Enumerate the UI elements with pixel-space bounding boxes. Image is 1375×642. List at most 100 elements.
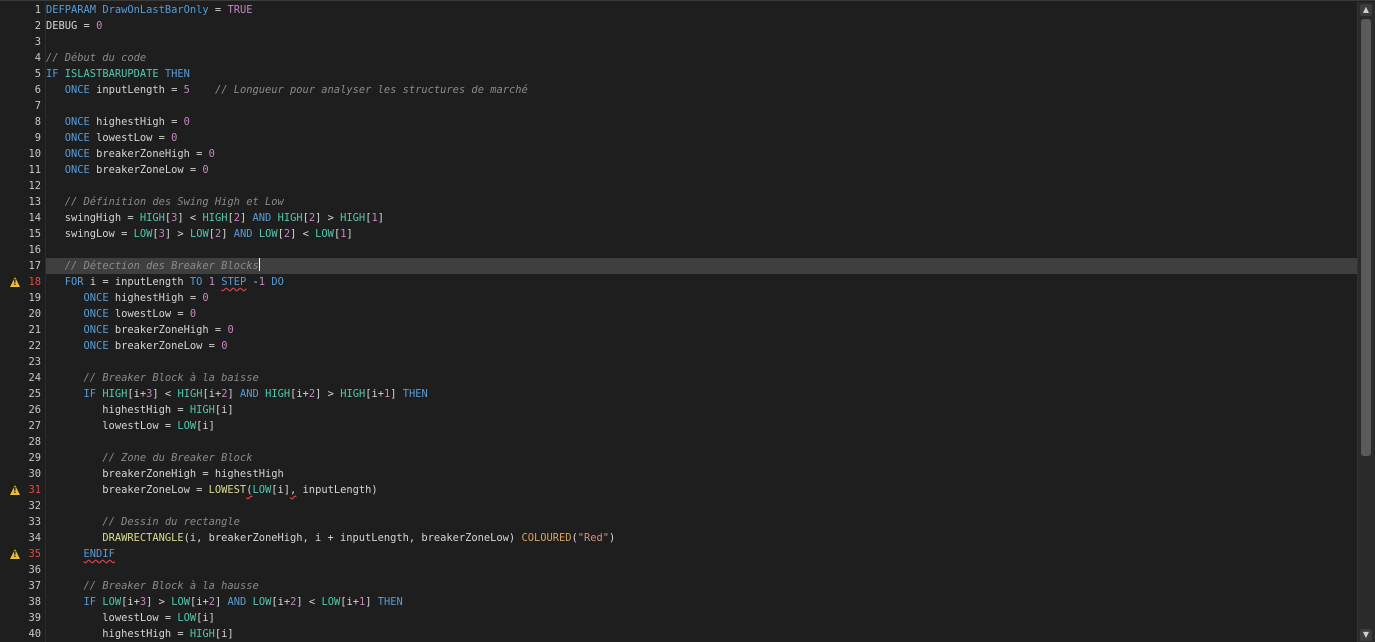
code-token: LOW bbox=[133, 228, 153, 240]
gutter-row: 28 bbox=[0, 434, 44, 450]
code-editor[interactable]: 1234567891011121314151617181920212223242… bbox=[0, 0, 1375, 642]
code-line[interactable]: lowestLow = LOW[i] bbox=[46, 610, 1358, 626]
code-token: highestHigh = bbox=[89, 116, 184, 128]
gutter-row: 31 bbox=[0, 482, 44, 498]
code-line[interactable]: // Définition des Swing High et Low bbox=[46, 194, 1358, 210]
line-number: 30 bbox=[28, 468, 41, 480]
code-line[interactable]: ONCE breakerZoneLow = 0 bbox=[46, 338, 1358, 354]
code-token: [i+ bbox=[365, 388, 384, 400]
code-token: breakerZoneHigh = bbox=[108, 324, 228, 336]
code-token: AND bbox=[227, 596, 247, 608]
code-token: TRUE bbox=[227, 4, 253, 16]
code-token: // Breaker Block à la baisse bbox=[83, 372, 259, 384]
code-line[interactable] bbox=[46, 434, 1358, 450]
scroll-up-icon[interactable]: ▲ bbox=[1360, 4, 1372, 16]
code-line[interactable]: ONCE inputLength = 5 // Longueur pour an… bbox=[46, 82, 1358, 98]
code-token: ISLASTBARUPDATE bbox=[64, 68, 159, 80]
scrollbar-thumb[interactable] bbox=[1361, 19, 1371, 456]
code-token: TO bbox=[189, 276, 203, 288]
code-line[interactable]: IF HIGH[i+3] < HIGH[i+2] AND HIGH[i+2] >… bbox=[46, 386, 1358, 402]
code-line[interactable]: ONCE highestHigh = 0 bbox=[46, 114, 1358, 130]
code-token: = bbox=[208, 4, 228, 16]
code-token: breakerZoneLow = bbox=[108, 340, 222, 352]
code-line[interactable] bbox=[46, 354, 1358, 370]
code-token: ONCE bbox=[64, 164, 90, 176]
code-line[interactable]: DEFPARAM DrawOnLastBarOnly = TRUE bbox=[46, 2, 1358, 18]
code-line[interactable] bbox=[46, 34, 1358, 50]
code-token: [i+ bbox=[290, 388, 309, 400]
code-token: ] bbox=[390, 388, 403, 400]
scroll-down-icon[interactable]: ▼ bbox=[1360, 629, 1372, 641]
code-token: [i] bbox=[214, 628, 234, 640]
code-token: HIGH bbox=[139, 212, 165, 224]
code-line[interactable] bbox=[46, 178, 1358, 194]
code-token: ] > bbox=[315, 212, 341, 224]
line-number: 8 bbox=[34, 116, 41, 128]
code-line[interactable]: ONCE lowestLow = 0 bbox=[46, 130, 1358, 146]
code-token: ] < bbox=[177, 212, 203, 224]
code-line[interactable]: lowestLow = LOW[i] bbox=[46, 418, 1358, 434]
code-line[interactable]: // Breaker Block à la hausse bbox=[46, 578, 1358, 594]
code-line[interactable] bbox=[46, 242, 1358, 258]
code-token: inputLength = bbox=[89, 84, 184, 96]
code-token: i = inputLength bbox=[83, 276, 190, 288]
code-token: LOW bbox=[102, 596, 122, 608]
code-line[interactable]: ENDIF bbox=[46, 546, 1358, 562]
vertical-scrollbar[interactable]: ▲ ▼ bbox=[1357, 2, 1375, 642]
warning-icon[interactable] bbox=[10, 277, 20, 287]
code-token: AND bbox=[233, 228, 253, 240]
code-line[interactable]: breakerZoneHigh = highestHigh bbox=[46, 466, 1358, 482]
code-line[interactable]: ONCE breakerZoneHigh = 0 bbox=[46, 146, 1358, 162]
line-number: 15 bbox=[28, 228, 41, 240]
code-line[interactable]: DRAWRECTANGLE(i, breakerZoneHigh, i + in… bbox=[46, 530, 1358, 546]
line-number: 31 bbox=[28, 484, 41, 496]
code-line[interactable]: // Zone du Breaker Block bbox=[46, 450, 1358, 466]
code-token: HIGH bbox=[265, 388, 291, 400]
line-number: 33 bbox=[28, 516, 41, 528]
code-line[interactable]: ONCE lowestLow = 0 bbox=[46, 306, 1358, 322]
code-token: // Zone du Breaker Block bbox=[102, 452, 253, 464]
code-line[interactable]: IF LOW[i+3] > LOW[i+2] AND LOW[i+2] < LO… bbox=[46, 594, 1358, 610]
code-line[interactable]: // Début du code bbox=[46, 50, 1358, 66]
warning-icon[interactable] bbox=[10, 485, 20, 495]
code-line[interactable]: swingHigh = HIGH[3] < HIGH[2] AND HIGH[2… bbox=[46, 210, 1358, 226]
text-caret bbox=[258, 258, 260, 271]
code-line[interactable] bbox=[46, 562, 1358, 578]
code-line[interactable]: DEBUG = 0 bbox=[46, 18, 1358, 34]
code-line[interactable] bbox=[46, 98, 1358, 114]
code-token: 0 bbox=[227, 324, 234, 336]
code-token: HIGH bbox=[102, 388, 128, 400]
code-line[interactable]: ONCE breakerZoneHigh = 0 bbox=[46, 322, 1358, 338]
code-line[interactable]: IF ISLASTBARUPDATE THEN bbox=[46, 66, 1358, 82]
code-area[interactable]: DEFPARAM DrawOnLastBarOnly = TRUE DEBUG =… bbox=[45, 2, 1358, 642]
code-line[interactable]: // Dessin du rectangle bbox=[46, 514, 1358, 530]
line-number: 38 bbox=[28, 596, 41, 608]
code-line[interactable]: FOR i = inputLength TO 1 STEP -1 DO bbox=[46, 274, 1358, 290]
code-line[interactable]: ONCE breakerZoneLow = 0 bbox=[46, 162, 1358, 178]
code-line[interactable] bbox=[46, 498, 1358, 514]
gutter-row: 3 bbox=[0, 34, 44, 50]
code-token: - bbox=[246, 276, 259, 288]
gutter-row: 39 bbox=[0, 610, 44, 626]
code-line[interactable]: swingLow = LOW[3] > LOW[2] AND LOW[2] < … bbox=[46, 226, 1358, 242]
code-line[interactable]: ONCE highestHigh = 0 bbox=[46, 290, 1358, 306]
code-line[interactable]: highestHigh = HIGH[i] bbox=[46, 402, 1358, 418]
line-number: 11 bbox=[28, 164, 41, 176]
code-line[interactable]: // Détection des Breaker Blocks bbox=[46, 258, 1358, 274]
code-token: [i] bbox=[196, 612, 215, 624]
code-token: ] bbox=[377, 212, 384, 224]
code-token: 0 bbox=[189, 308, 197, 320]
code-line[interactable]: breakerZoneLow = LOWEST(LOW[i], inputLen… bbox=[46, 482, 1358, 498]
code-token: swingLow = bbox=[46, 228, 134, 240]
line-number: 20 bbox=[28, 308, 41, 320]
code-line[interactable]: highestHigh = HIGH[i] bbox=[46, 626, 1358, 642]
code-line[interactable]: // Breaker Block à la baisse bbox=[46, 370, 1358, 386]
warning-icon[interactable] bbox=[10, 549, 20, 559]
line-number: 3 bbox=[34, 36, 41, 48]
code-token: ] bbox=[346, 228, 353, 240]
code-token: ) bbox=[609, 532, 616, 544]
code-token: inputLength) bbox=[296, 484, 378, 496]
